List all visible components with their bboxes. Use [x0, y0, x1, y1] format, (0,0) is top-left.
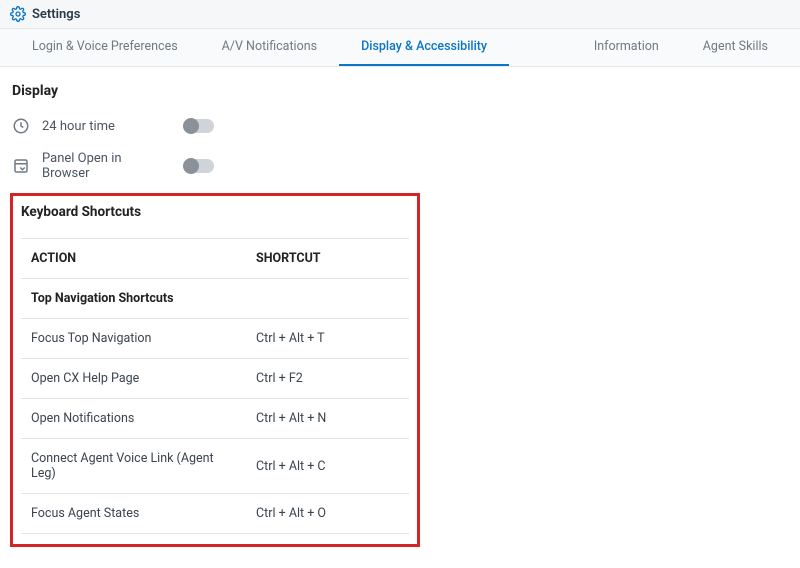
table-header-row: ACTION SHORTCUT — [21, 239, 409, 279]
keyboard-shortcuts-highlight: Keyboard Shortcuts ACTION SHORTCUT Top N… — [10, 193, 420, 547]
settings-header: Settings — [0, 0, 800, 29]
table-row: Focus Agent States Ctrl + Alt + O — [21, 494, 409, 534]
table-row: Open Notifications Ctrl + Alt + N — [21, 399, 409, 439]
setting-24-hour-time: 24 hour time — [10, 109, 790, 143]
shortcut-key: Ctrl + F2 — [246, 359, 409, 399]
tab-login-voice[interactable]: Login & Voice Preferences — [10, 29, 200, 66]
tab-agent-skills[interactable]: Agent Skills — [681, 29, 790, 66]
setting-panel-open-browser: Panel Open in Browser — [10, 143, 790, 189]
setting-label: 24 hour time — [42, 119, 172, 134]
table-row: Open CX Help Page Ctrl + F2 — [21, 359, 409, 399]
shortcut-key: Ctrl + Alt + N — [246, 399, 409, 439]
toggle-24-hour-time[interactable] — [184, 119, 214, 133]
shortcut-action: Open Notifications — [21, 399, 246, 439]
group-label: Top Navigation Shortcuts — [21, 279, 409, 319]
shortcut-action: Connect Agent Voice Link (Agent Leg) — [21, 439, 246, 494]
clock-icon — [12, 117, 30, 135]
column-header-action: ACTION — [21, 239, 246, 279]
shortcut-key: Ctrl + Alt + T — [246, 319, 409, 359]
page-title: Settings — [32, 7, 80, 22]
shortcut-key: Ctrl + Alt + C — [246, 439, 409, 494]
keyboard-shortcuts-title: Keyboard Shortcuts — [21, 204, 409, 220]
content-area: Display 24 hour time Panel Open in Brows… — [0, 67, 800, 547]
settings-tabs: Login & Voice Preferences A/V Notificati… — [0, 29, 800, 67]
display-section-title: Display — [12, 83, 790, 99]
tab-information[interactable]: Information — [572, 29, 681, 66]
setting-label: Panel Open in Browser — [42, 151, 172, 181]
tab-spacer — [509, 29, 572, 66]
shortcut-action: Focus Top Navigation — [21, 319, 246, 359]
keyboard-shortcuts-table: ACTION SHORTCUT Top Navigation Shortcuts… — [21, 238, 409, 534]
shortcut-action: Open CX Help Page — [21, 359, 246, 399]
tab-display-accessibility[interactable]: Display & Accessibility — [339, 29, 509, 66]
shortcuts-group-row: Top Navigation Shortcuts — [21, 279, 409, 319]
panel-open-icon — [12, 157, 30, 175]
table-row: Connect Agent Voice Link (Agent Leg) Ctr… — [21, 439, 409, 494]
tab-av-notifications[interactable]: A/V Notifications — [200, 29, 339, 66]
shortcut-key: Ctrl + Alt + O — [246, 494, 409, 534]
gear-icon — [10, 6, 26, 22]
toggle-panel-open-browser[interactable] — [184, 159, 214, 173]
shortcut-action: Focus Agent States — [21, 494, 246, 534]
column-header-shortcut: SHORTCUT — [246, 239, 409, 279]
table-row: Focus Top Navigation Ctrl + Alt + T — [21, 319, 409, 359]
